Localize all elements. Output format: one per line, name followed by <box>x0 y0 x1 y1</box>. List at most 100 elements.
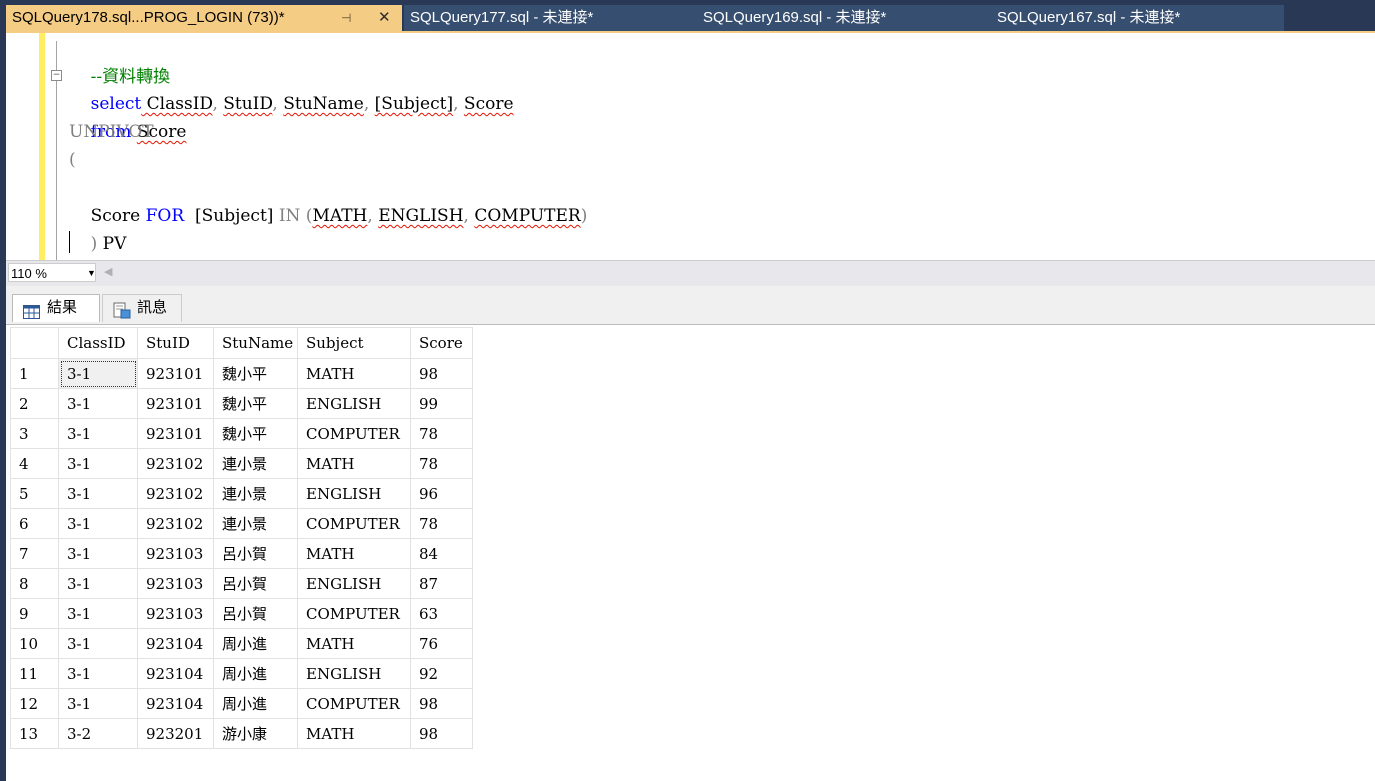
table-cell[interactable]: 923201 <box>137 718 214 749</box>
table-cell[interactable]: ENGLISH <box>297 388 411 419</box>
table-cell[interactable]: MATH <box>297 448 411 479</box>
pin-icon[interactable]: ⊣ <box>341 5 351 31</box>
column-header[interactable]: StuName <box>213 327 298 359</box>
table-cell[interactable]: 92 <box>410 658 473 689</box>
table-cell[interactable]: ENGLISH <box>297 568 411 599</box>
tab-sqlquery167[interactable]: SQLQuery167.sql - 未連接* <box>977 5 1284 31</box>
table-cell[interactable]: COMPUTER <box>297 598 411 629</box>
column-header[interactable]: Score <box>410 327 473 359</box>
table-cell[interactable]: 78 <box>410 418 473 449</box>
table-row[interactable]: 6 3-1 923102 連小景 COMPUTER 78 <box>10 508 473 539</box>
table-cell[interactable]: 3-1 <box>58 508 138 539</box>
table-cell[interactable]: 923104 <box>137 688 214 719</box>
table-row[interactable]: 3 3-1 923101 魏小平 COMPUTER 78 <box>10 418 473 449</box>
table-cell[interactable]: 連小景 <box>213 508 298 539</box>
column-header[interactable]: Subject <box>297 327 411 359</box>
table-cell[interactable]: 3-1 <box>58 448 138 479</box>
query-editor[interactable]: − --資料轉換 select ClassID, StuID, StuName,… <box>6 33 1375 260</box>
table-row[interactable]: 7 3-1 923103 呂小賀 MATH 84 <box>10 538 473 569</box>
row-number[interactable]: 13 <box>10 718 59 749</box>
row-number[interactable]: 1 <box>10 358 59 389</box>
table-cell[interactable]: 99 <box>410 388 473 419</box>
tab-sqlquery169[interactable]: SQLQuery169.sql - 未連接* <box>682 5 977 31</box>
close-icon[interactable]: ✕ <box>378 5 391 31</box>
row-number[interactable]: 11 <box>10 658 59 689</box>
table-cell[interactable]: 923101 <box>137 418 214 449</box>
table-cell[interactable]: 3-2 <box>58 718 138 749</box>
table-cell[interactable]: 923103 <box>137 538 214 569</box>
table-cell[interactable]: 923102 <box>137 478 214 509</box>
table-cell[interactable]: 3-1 <box>58 658 138 689</box>
table-cell[interactable]: ENGLISH <box>297 658 411 689</box>
table-cell[interactable]: 呂小賀 <box>213 568 298 599</box>
table-row[interactable]: 2 3-1 923101 魏小平 ENGLISH 99 <box>10 388 473 419</box>
table-cell[interactable]: 游小康 <box>213 718 298 749</box>
row-number[interactable]: 10 <box>10 628 59 659</box>
table-cell[interactable]: MATH <box>297 538 411 569</box>
table-row[interactable]: 11 3-1 923104 周小進 ENGLISH 92 <box>10 658 473 689</box>
table-cell[interactable]: 3-1 <box>58 538 138 569</box>
row-number[interactable]: 9 <box>10 598 59 629</box>
row-number[interactable]: 4 <box>10 448 59 479</box>
table-cell[interactable]: 3-1 <box>58 358 138 389</box>
table-cell[interactable]: 3-1 <box>58 388 138 419</box>
table-cell[interactable]: 78 <box>410 508 473 539</box>
row-number[interactable]: 8 <box>10 568 59 599</box>
row-number[interactable]: 3 <box>10 418 59 449</box>
table-cell[interactable]: 連小景 <box>213 448 298 479</box>
table-cell[interactable]: COMPUTER <box>297 688 411 719</box>
row-number[interactable]: 12 <box>10 688 59 719</box>
row-number-header[interactable] <box>10 327 59 359</box>
collapse-icon[interactable]: − <box>51 70 62 81</box>
table-cell[interactable]: 923102 <box>137 508 214 539</box>
row-number[interactable]: 6 <box>10 508 59 539</box>
table-cell[interactable]: 87 <box>410 568 473 599</box>
table-cell[interactable]: 923104 <box>137 658 214 689</box>
table-cell[interactable]: 魏小平 <box>213 418 298 449</box>
table-cell[interactable]: 923104 <box>137 628 214 659</box>
row-number[interactable]: 5 <box>10 478 59 509</box>
table-cell[interactable]: 3-1 <box>58 598 138 629</box>
row-number[interactable]: 2 <box>10 388 59 419</box>
table-cell[interactable]: 3-1 <box>58 478 138 509</box>
table-cell[interactable]: 76 <box>410 628 473 659</box>
table-cell[interactable]: 78 <box>410 448 473 479</box>
table-cell[interactable]: 呂小賀 <box>213 538 298 569</box>
table-row[interactable]: 10 3-1 923104 周小進 MATH 76 <box>10 628 473 659</box>
table-cell[interactable]: 63 <box>410 598 473 629</box>
table-cell[interactable]: 923102 <box>137 448 214 479</box>
table-cell[interactable]: 呂小賀 <box>213 598 298 629</box>
table-cell[interactable]: 魏小平 <box>213 358 298 389</box>
column-header[interactable]: ClassID <box>58 327 138 359</box>
table-cell[interactable]: 3-1 <box>58 628 138 659</box>
table-cell[interactable]: COMPUTER <box>297 508 411 539</box>
table-cell[interactable]: 連小景 <box>213 478 298 509</box>
table-row[interactable]: 13 3-2 923201 游小康 MATH 98 <box>10 718 473 749</box>
table-row[interactable]: 5 3-1 923102 連小景 ENGLISH 96 <box>10 478 473 509</box>
table-cell[interactable]: 98 <box>410 688 473 719</box>
tab-sqlquery178[interactable]: SQLQuery178.sql...PROG_LOGIN (73))* ⊣ ✕ <box>6 5 402 31</box>
table-row[interactable]: 1 3-1 923101 魏小平 MATH 98 <box>10 358 473 389</box>
table-cell[interactable]: 84 <box>410 538 473 569</box>
table-cell[interactable]: ENGLISH <box>297 478 411 509</box>
table-cell[interactable]: 923103 <box>137 598 214 629</box>
zoom-dropdown[interactable]: 110 % ▼ <box>8 263 96 282</box>
tab-messages[interactable]: 訊息 <box>102 294 182 322</box>
results-grid[interactable]: ClassID StuID StuName Subject Score 1 3-1… <box>6 324 1375 781</box>
table-cell[interactable]: 98 <box>410 358 473 389</box>
table-row[interactable]: 4 3-1 923102 連小景 MATH 78 <box>10 448 473 479</box>
table-row[interactable]: 12 3-1 923104 周小進 COMPUTER 98 <box>10 688 473 719</box>
table-cell[interactable]: MATH <box>297 628 411 659</box>
chevron-down-icon[interactable]: ▼ <box>87 264 96 283</box>
table-cell[interactable]: 96 <box>410 478 473 509</box>
table-cell[interactable]: 98 <box>410 718 473 749</box>
table-cell[interactable]: 3-1 <box>58 688 138 719</box>
scroll-left-icon[interactable]: ◀ <box>104 265 112 278</box>
tab-sqlquery177[interactable]: SQLQuery177.sql - 未連接* <box>404 5 682 31</box>
row-number[interactable]: 7 <box>10 538 59 569</box>
table-cell[interactable]: 周小進 <box>213 628 298 659</box>
table-cell[interactable]: 923101 <box>137 358 214 389</box>
table-cell[interactable]: MATH <box>297 718 411 749</box>
table-cell[interactable]: 周小進 <box>213 688 298 719</box>
table-cell[interactable]: 3-1 <box>58 568 138 599</box>
